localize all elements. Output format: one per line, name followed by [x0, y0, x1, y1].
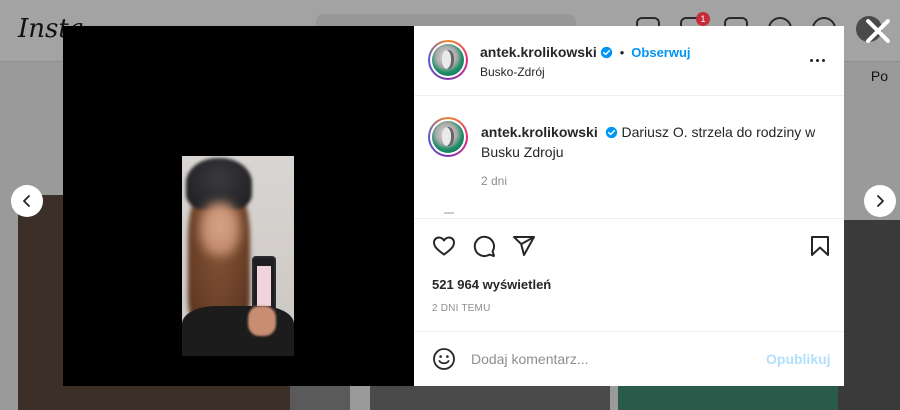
video-figure-body — [182, 306, 294, 356]
post-video[interactable] — [182, 156, 294, 356]
post-location[interactable]: Busko-Zdrój — [480, 65, 545, 79]
follow-button[interactable]: Obserwuj — [631, 45, 690, 60]
post-caption: antek.krolikowski Dariusz O. strzela do … — [481, 122, 821, 162]
heart-icon[interactable] — [432, 234, 456, 258]
chevron-left-icon — [23, 195, 30, 207]
post-comment-button[interactable]: Opublikuj — [766, 351, 831, 367]
author-row: antek.krolikowski • Obserwuj — [480, 44, 691, 60]
verified-badge-icon — [600, 46, 612, 58]
comments-scroll-hint — [444, 212, 454, 214]
author-avatar[interactable] — [428, 40, 468, 80]
next-post-button[interactable] — [864, 185, 896, 217]
separator-dot: • — [619, 44, 625, 60]
caption-username[interactable]: antek.krolikowski — [481, 124, 598, 140]
post-media[interactable] — [63, 26, 414, 386]
post-date[interactable]: 2 DNI TEMU — [432, 303, 491, 314]
bookmark-icon[interactable] — [808, 234, 832, 258]
post-header: antek.krolikowski • Obserwuj Busko-Zdrój — [414, 26, 844, 96]
divider — [414, 218, 844, 219]
view-count[interactable]: 521 964 wyświetleń — [432, 277, 551, 292]
post-panel: antek.krolikowski • Obserwuj Busko-Zdrój… — [414, 26, 844, 386]
divider — [414, 331, 844, 332]
chevron-right-icon — [877, 195, 884, 207]
comment-input[interactable] — [471, 348, 751, 370]
background-thumbnail — [370, 386, 610, 410]
author-username[interactable]: antek.krolikowski — [480, 44, 597, 60]
more-icon[interactable] — [810, 59, 825, 62]
background-side-text: Po — [870, 68, 888, 84]
action-bar — [432, 234, 536, 258]
share-icon[interactable] — [512, 234, 536, 258]
caption-timestamp[interactable]: 2 dni — [481, 174, 507, 188]
video-figure-blurred-face — [200, 202, 240, 256]
background-thumbnail — [838, 220, 900, 410]
video-phone-screen — [257, 266, 271, 306]
previous-post-button[interactable] — [11, 185, 43, 217]
video-hand — [248, 306, 276, 336]
emoji-icon[interactable] — [432, 347, 456, 371]
caption-author-photo — [432, 121, 464, 153]
verified-badge-icon — [605, 126, 617, 139]
author-photo — [432, 44, 464, 76]
caption-author-avatar[interactable] — [428, 117, 468, 157]
close-icon[interactable] — [864, 17, 892, 45]
comment-icon[interactable] — [472, 234, 496, 258]
notification-badge: 1 — [696, 12, 710, 26]
